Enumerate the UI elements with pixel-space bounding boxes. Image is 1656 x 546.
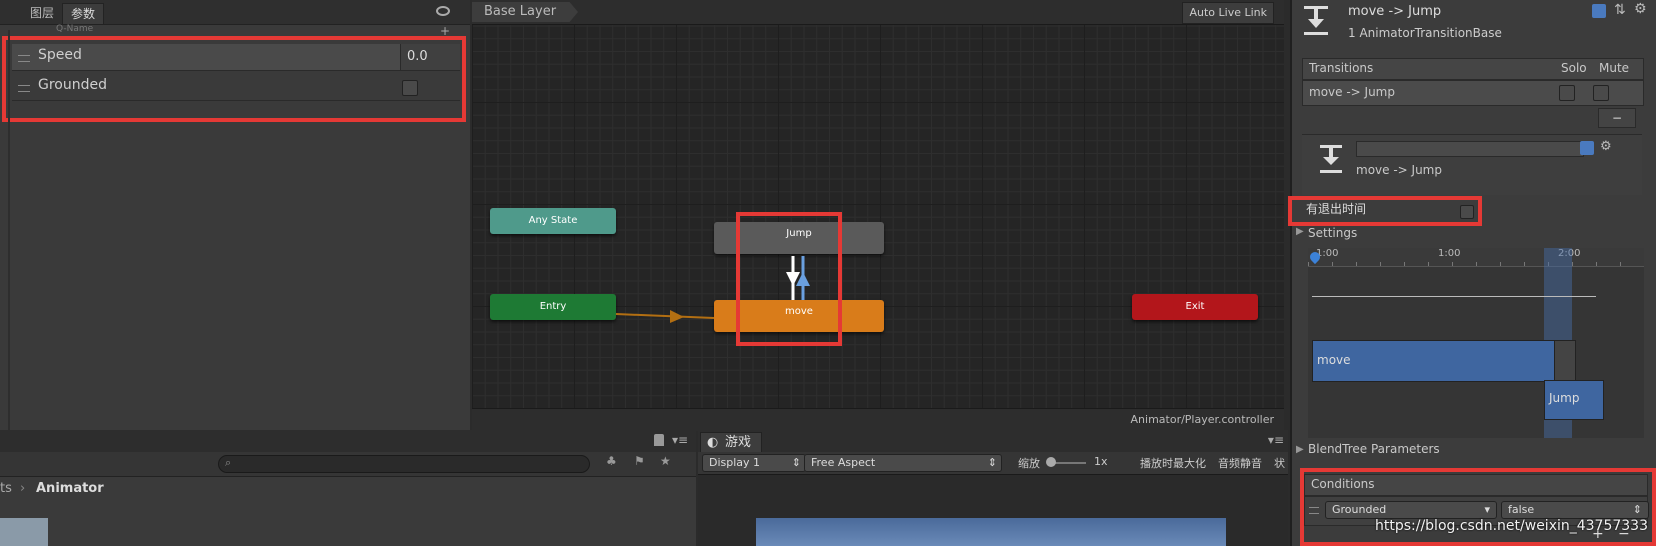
transition-icon: [1304, 6, 1328, 36]
inspector-subtitle: 1 AnimatorTransitionBase: [1348, 26, 1502, 40]
project-breadcrumb: ts › Animator: [0, 478, 696, 500]
blendtree-foldout[interactable]: BlendTree Parameters: [1308, 442, 1440, 456]
breadcrumb-current[interactable]: Animator: [36, 481, 104, 496]
preset-icon[interactable]: ⇅: [1614, 2, 1626, 18]
clip-jump[interactable]: Jump: [1544, 380, 1604, 420]
tab-game[interactable]: ◐ 游戏: [700, 432, 763, 453]
conditions-highlight: [1300, 468, 1656, 546]
exit-time-highlight: [1288, 196, 1482, 226]
favorite-star-icon[interactable]: ★: [660, 454, 671, 468]
transition-list-item[interactable]: move -> Jump: [1302, 80, 1644, 106]
chevron-down-icon: ⇕: [791, 456, 801, 469]
solo-checkbox[interactable]: [1559, 85, 1575, 101]
transition-timeline[interactable]: 1:00 1:00 2:00 move Jump: [1307, 248, 1644, 438]
help-icon[interactable]: [1592, 4, 1606, 18]
animator-graph[interactable]: Base Layer Auto Live Link Any State Entr…: [472, 0, 1284, 431]
search-input[interactable]: ⌕: [218, 455, 590, 473]
transition-name-field[interactable]: [1356, 141, 1584, 157]
entry-to-move-line: [615, 313, 715, 319]
settings-foldout[interactable]: Settings: [1308, 226, 1357, 240]
transitions-header-label: Transitions: [1309, 61, 1374, 75]
game-tabbar: ◐ 游戏 ▾≡: [698, 430, 1288, 453]
inspector-panel: move -> Jump 1 AnimatorTransitionBase ⇅ …: [1288, 0, 1656, 546]
menu-icon[interactable]: ▾≡: [1268, 433, 1284, 447]
eye-icon[interactable]: [436, 6, 450, 16]
mute-checkbox[interactable]: [1593, 85, 1609, 101]
search-input[interactable]: Q-Name: [56, 24, 93, 36]
filter-type-icon[interactable]: ♣: [606, 454, 617, 468]
transition-highlight: [736, 212, 842, 346]
controller-path: Animator/Player.controller: [1130, 413, 1274, 426]
display-label: Display 1: [709, 456, 761, 469]
menu-icon[interactable]: ▾≡: [672, 433, 688, 447]
transition-name: move -> Jump: [1356, 163, 1442, 177]
transition-arrows: [615, 256, 810, 323]
clip-move-tail: [1554, 340, 1576, 382]
tab-game-label: 游戏: [725, 435, 752, 450]
gear-icon[interactable]: ⚙: [1600, 139, 1612, 154]
curve-line: [1312, 296, 1596, 297]
tick-label: 1:00: [1438, 248, 1461, 259]
project-toolbar: ⌕ ♣ ⚑ ★: [0, 452, 696, 477]
aspect-label: Free Aspect: [811, 456, 876, 469]
entry-arrow-icon: [670, 310, 684, 323]
inspector-title: move -> Jump: [1348, 4, 1442, 19]
clip-move-label: move: [1317, 353, 1351, 367]
parameters-panel: 图层 参数 Q-Name + Speed 0.0 Grounded: [0, 0, 470, 430]
game-viewport[interactable]: [756, 518, 1226, 546]
transition-item-label: move -> Jump: [1309, 85, 1395, 99]
transition-detail-header: ⚙ move -> Jump: [1302, 134, 1642, 195]
game-panel: ◐ 游戏 ▾≡ Display 1 ⇕ Free Aspect ⇕ 缩放 1x 播放…: [698, 430, 1288, 546]
expand-triangle-icon[interactable]: ▶: [1296, 444, 1304, 455]
clip-move[interactable]: move: [1312, 340, 1572, 382]
chevron-down-icon: ⇕: [987, 456, 997, 469]
layer-tab-bar: 图层 参数: [0, 0, 470, 25]
tab-layers[interactable]: 图层: [22, 3, 62, 23]
scale-value: 1x: [1094, 455, 1108, 468]
filter-label-icon[interactable]: ⚑: [634, 454, 645, 468]
graph-footer: Animator/Player.controller: [472, 408, 1284, 431]
remove-transition-button[interactable]: −: [1598, 108, 1636, 128]
search-icon: ⌕: [225, 456, 232, 469]
expand-triangle-icon[interactable]: ▶: [1296, 226, 1304, 237]
scale-label: 缩放: [1018, 457, 1040, 470]
solo-header: Solo: [1561, 61, 1587, 75]
game-toolbar: Display 1 ⇕ Free Aspect ⇕ 缩放 1x 播放时最大化 音频静…: [698, 452, 1288, 475]
watermark: https://blog.csdn.net/weixin_43757333: [1374, 518, 1648, 534]
add-parameter-icon[interactable]: +: [440, 25, 450, 37]
gear-icon[interactable]: ⚙: [1634, 1, 1647, 17]
tab-parameters[interactable]: 参数: [62, 3, 105, 24]
lock-icon[interactable]: [654, 434, 664, 446]
breadcrumb-separator-icon: ›: [20, 481, 26, 496]
aspect-select[interactable]: Free Aspect ⇕: [804, 454, 1002, 472]
game-icon: ◐: [707, 435, 719, 450]
mute-header: Mute: [1599, 61, 1630, 75]
parameters-highlight: [2, 36, 466, 122]
transitions-header: Transitions Solo Mute: [1302, 58, 1644, 80]
mute-audio-toggle[interactable]: 音频静音: [1218, 455, 1262, 471]
help-icon[interactable]: [1580, 141, 1594, 155]
timeline-ruler: 1:00 1:00 2:00: [1308, 248, 1644, 267]
display-select[interactable]: Display 1 ⇕: [702, 454, 806, 472]
stats-toggle[interactable]: 状: [1274, 455, 1285, 471]
breadcrumb-prefix[interactable]: ts: [0, 481, 12, 496]
asset-thumbnail[interactable]: [0, 518, 48, 546]
panel-divider: [8, 30, 10, 430]
scale-slider-thumb[interactable]: [1046, 457, 1056, 467]
project-panel: ▾≡ ⌕ ♣ ⚑ ★ ts › Animator: [0, 430, 696, 546]
clip-jump-label: Jump: [1549, 391, 1580, 405]
transition-icon: [1320, 145, 1342, 173]
maximize-on-play-toggle[interactable]: 播放时最大化: [1140, 455, 1206, 471]
project-tabbar: ▾≡: [0, 430, 696, 452]
